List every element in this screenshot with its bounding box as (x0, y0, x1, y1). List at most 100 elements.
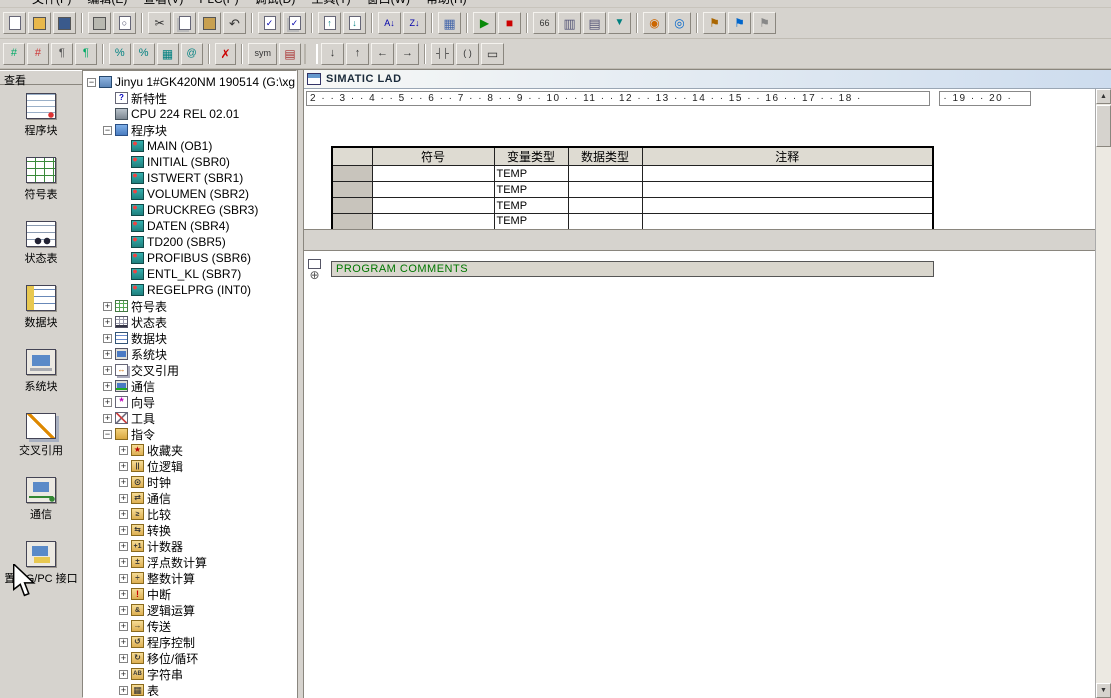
menu-item[interactable]: 编辑(E) (79, 0, 135, 8)
cut-button[interactable]: ✂ (148, 12, 171, 34)
collapse-icon[interactable]: − (103, 430, 112, 439)
sidebar-item-program-block[interactable]: 程序块 (0, 85, 82, 149)
var-table-cell[interactable] (372, 166, 494, 182)
expand-icon[interactable]: + (119, 526, 128, 535)
symbol-table-view-button[interactable]: ▦ (157, 43, 179, 65)
var-table-cell[interactable] (568, 182, 642, 198)
tree-item[interactable]: ENTL_KL (SBR7) (83, 266, 296, 282)
expand-icon[interactable]: + (103, 334, 112, 343)
expand-icon[interactable]: + (103, 398, 112, 407)
var-table-cell[interactable] (568, 198, 642, 214)
expand-icon[interactable]: + (103, 318, 112, 327)
clear-force-button[interactable]: ✗ (215, 43, 237, 65)
tree-item[interactable]: +时钟 (83, 474, 296, 490)
expand-icon[interactable]: + (119, 558, 128, 567)
var-table-cell[interactable] (642, 214, 933, 230)
force-button[interactable]: ◉ (643, 12, 666, 34)
line-down-button[interactable]: ↓ (321, 43, 344, 65)
bookmark-button[interactable]: ⚑ (703, 12, 726, 34)
tree-item[interactable]: +转换 (83, 522, 296, 538)
tree-item[interactable]: +位逻辑 (83, 458, 296, 474)
row-header[interactable] (332, 166, 372, 182)
tree-item[interactable]: CPU 224 REL 02.01 (83, 106, 296, 122)
coil-button[interactable]: ( ) (456, 43, 479, 65)
new-button[interactable] (3, 12, 26, 34)
tree-item[interactable]: +逻辑运算 (83, 602, 296, 618)
scrollbar-thumb[interactable] (1096, 105, 1111, 147)
line-left-button[interactable]: ← (371, 43, 394, 65)
sidebar-item-communications[interactable]: 通信 (0, 469, 82, 533)
tree-item[interactable]: +字符串 (83, 666, 296, 682)
tree-item[interactable]: +交叉引用 (83, 362, 296, 378)
tree-item[interactable]: −指令 (83, 426, 296, 442)
compile-button[interactable]: ✓ (258, 12, 281, 34)
tree-item[interactable]: DRUCKREG (SBR3) (83, 202, 296, 218)
save-button[interactable] (53, 12, 76, 34)
scroll-down-button[interactable]: ▼ (1096, 683, 1111, 698)
tree-item[interactable]: +工具 (83, 410, 296, 426)
toggle-pou-comments-button[interactable]: ¶ (51, 43, 73, 65)
copy-button[interactable] (173, 12, 196, 34)
open-button[interactable] (28, 12, 51, 34)
vertical-scrollbar[interactable]: ▲ ▼ (1095, 89, 1111, 698)
line-right-button[interactable]: → (396, 43, 419, 65)
tree-item[interactable]: 新特性 (83, 90, 296, 106)
sidebar-item-data-block[interactable]: 数据块 (0, 277, 82, 341)
collapse-icon[interactable]: − (87, 78, 96, 87)
menu-item[interactable]: 查看(V) (135, 0, 191, 8)
var-table-cell[interactable] (642, 166, 933, 182)
tree-item[interactable]: −程序块 (83, 122, 296, 138)
var-table-cell[interactable]: TEMP (494, 166, 568, 182)
expand-icon[interactable]: + (103, 414, 112, 423)
expand-icon[interactable]: + (119, 654, 128, 663)
options-button[interactable]: ▦ (438, 12, 461, 34)
expand-icon[interactable]: + (119, 574, 128, 583)
sidebar-item-status-chart[interactable]: 状态表 (0, 213, 82, 277)
tree-item[interactable]: +通信 (83, 378, 296, 394)
tree-item[interactable]: +整数计算 (83, 570, 296, 586)
tree-item[interactable]: DATEN (SBR4) (83, 218, 296, 234)
next-bookmark-button[interactable]: ⚑ (728, 12, 751, 34)
box-button[interactable]: ▭ (481, 43, 504, 65)
var-table-cell[interactable] (372, 214, 494, 230)
var-table-corner[interactable] (332, 147, 372, 166)
tree-item[interactable]: VOLUMEN (SBR2) (83, 186, 296, 202)
print-button[interactable] (88, 12, 111, 34)
tree-item[interactable]: +符号表 (83, 298, 296, 314)
delete-network-button[interactable]: # (27, 43, 49, 65)
contact-button[interactable]: ┤├ (431, 43, 454, 65)
tree-item[interactable]: +传送 (83, 618, 296, 634)
insert-network-button[interactable]: # (3, 43, 25, 65)
tree-item[interactable]: +数据块 (83, 330, 296, 346)
toolbar-grip[interactable] (304, 44, 318, 64)
menu-item[interactable]: 文件(F) (24, 0, 79, 8)
run-button[interactable]: ▶ (473, 12, 496, 34)
tree-item[interactable]: +表 (83, 682, 296, 698)
expand-icon[interactable]: + (119, 510, 128, 519)
program-comments-field[interactable]: PROGRAM COMMENTS (331, 261, 934, 277)
tree-item[interactable]: +通信 (83, 490, 296, 506)
expand-icon[interactable]: + (103, 382, 112, 391)
tree-item[interactable]: +程序控制 (83, 634, 296, 650)
sidebar-item-system-block[interactable]: 系统块 (0, 341, 82, 405)
tree-item[interactable]: +中断 (83, 586, 296, 602)
menu-item[interactable]: 调试(D) (247, 0, 304, 8)
expand-icon[interactable]: + (119, 590, 128, 599)
chart-status-button[interactable]: ▤ (583, 12, 606, 34)
sidebar-item-symbol-table[interactable]: 符号表 (0, 149, 82, 213)
var-table-cell[interactable]: TEMP (494, 182, 568, 198)
sort-desc-button[interactable]: Z↓ (403, 12, 426, 34)
stop-button[interactable]: ■ (498, 12, 521, 34)
paste-button[interactable] (198, 12, 221, 34)
sidebar-item-pgpc-interface[interactable]: 置 PG/PC 接口 (0, 533, 82, 597)
tree-item[interactable]: +比较 (83, 506, 296, 522)
line-up-button[interactable]: ↑ (346, 43, 369, 65)
panel-splitter[interactable] (297, 70, 304, 698)
sym-toggle-button[interactable]: sym (248, 43, 277, 65)
unforce-button[interactable]: ◎ (668, 12, 691, 34)
expand-icon[interactable]: + (119, 686, 128, 695)
var-table-cell[interactable] (568, 166, 642, 182)
var-table-cell[interactable]: TEMP (494, 198, 568, 214)
expand-icon[interactable]: + (119, 494, 128, 503)
undo-button[interactable]: ↶ (223, 12, 246, 34)
